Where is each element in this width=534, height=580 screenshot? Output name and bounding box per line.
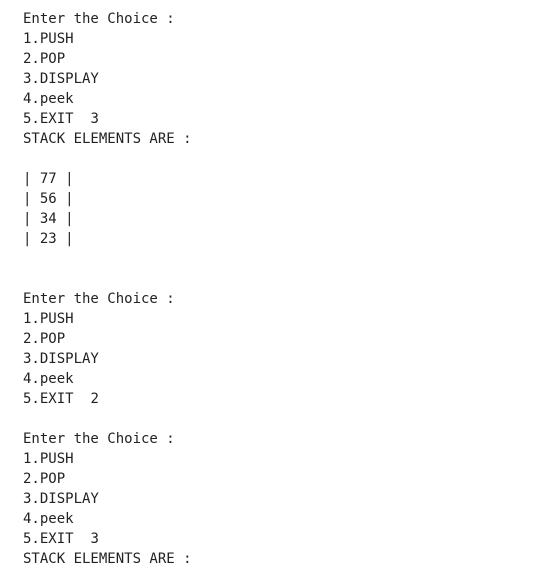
menu-prompt: Enter the Choice : bbox=[23, 11, 175, 27]
console-output: Enter the Choice : 1.PUSH 2.POP 3.DISPLA… bbox=[23, 9, 523, 569]
user-input: 2 bbox=[90, 391, 99, 407]
menu-option-push: 1.PUSH bbox=[23, 451, 74, 467]
menu-option-exit-line: 5.EXIT 2 bbox=[23, 389, 523, 409]
menu-option-exit: 5.EXIT bbox=[23, 531, 74, 547]
menu-option-exit: 5.EXIT bbox=[23, 391, 74, 407]
stack-element: | 34 | bbox=[23, 211, 74, 227]
user-input: 3 bbox=[90, 111, 99, 127]
stack-element: | 23 | bbox=[23, 231, 74, 247]
menu-prompt: Enter the Choice : bbox=[23, 431, 175, 447]
menu-option-display: 3.DISPLAY bbox=[23, 491, 99, 507]
menu-option-peek: 4.peek bbox=[23, 371, 74, 387]
menu-option-exit: 5.EXIT bbox=[23, 111, 74, 127]
stack-header: STACK ELEMENTS ARE : bbox=[23, 551, 192, 567]
menu-option-display: 3.DISPLAY bbox=[23, 351, 99, 367]
stack-element: | 77 | bbox=[23, 171, 74, 187]
menu-option-exit-line: 5.EXIT 3 bbox=[23, 109, 523, 129]
menu-prompt: Enter the Choice : bbox=[23, 291, 175, 307]
menu-option-pop: 2.POP bbox=[23, 331, 66, 347]
stack-header: STACK ELEMENTS ARE : bbox=[23, 131, 192, 147]
menu-option-peek: 4.peek bbox=[23, 511, 74, 527]
blank-lines bbox=[23, 249, 523, 289]
menu-option-exit-line: 5.EXIT 3 bbox=[23, 529, 523, 549]
stack-element: | 56 | bbox=[23, 191, 74, 207]
menu-option-pop: 2.POP bbox=[23, 471, 66, 487]
menu-option-push: 1.PUSH bbox=[23, 311, 74, 327]
menu-option-peek: 4.peek bbox=[23, 91, 74, 107]
user-input: 3 bbox=[90, 531, 99, 547]
menu-option-push: 1.PUSH bbox=[23, 31, 74, 47]
menu-option-display: 3.DISPLAY bbox=[23, 71, 99, 87]
menu-option-pop: 2.POP bbox=[23, 51, 66, 67]
